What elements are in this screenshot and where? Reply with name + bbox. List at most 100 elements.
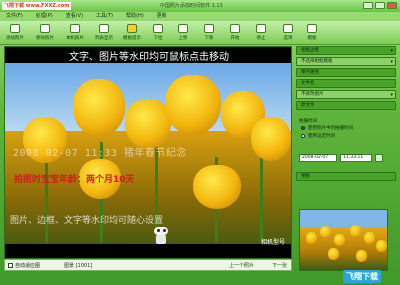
panel-row-label: 不修改图片	[301, 92, 324, 97]
panel-row-label: 相框边框	[301, 48, 319, 53]
image-modify-select[interactable]: 不修改图片 ▾	[296, 90, 396, 99]
robot-watermark-image[interactable]	[151, 227, 171, 244]
menu-file[interactable]: 文件(F)	[6, 12, 23, 21]
brand-watermark: 飞翔下载	[343, 270, 381, 283]
panel-row-label: 原文件	[301, 103, 315, 108]
dropdown-button[interactable]: 下拉	[147, 23, 169, 43]
window-title: 中国照片添加时间软件 1.13	[160, 3, 223, 9]
add-photo-icon	[10, 24, 20, 33]
close-button[interactable]	[387, 2, 397, 9]
menu-help[interactable]: 帮助(H)	[126, 12, 144, 21]
template-library-button[interactable]: 模板	[301, 23, 323, 43]
robot-eye	[163, 229, 166, 232]
tool-label: 停止	[256, 36, 266, 41]
current-filename: 图景 [1001]	[64, 262, 93, 269]
tool-label: 本机照片	[66, 36, 84, 41]
thumb-tulip	[306, 232, 317, 244]
status-bar: 自动适应图 图景 [1001] 上一个照片 下一张	[4, 259, 292, 271]
list-view-icon	[99, 24, 109, 33]
start-icon	[230, 24, 240, 33]
use-custom-time-radio[interactable]	[301, 134, 305, 138]
tool-label: 模板提示	[123, 36, 141, 41]
filename-header[interactable]: 文件名	[296, 79, 396, 88]
start-button[interactable]: 开始	[224, 23, 246, 43]
panel-row-label: 相框	[301, 174, 310, 179]
options-icon	[283, 24, 293, 33]
menu-process[interactable]: 处理(P)	[36, 12, 53, 21]
thumb-tulip	[320, 226, 331, 238]
tool-label: 添加照片	[6, 36, 24, 41]
tool-label: 下拉	[153, 36, 163, 41]
chevron-down-icon: ▾	[390, 92, 393, 98]
frame-border-header[interactable]: 相框边框 ▾	[296, 46, 396, 55]
template-library-icon	[307, 24, 317, 33]
template-thumbnail[interactable]	[299, 209, 388, 271]
local-photos-icon	[70, 24, 80, 33]
stop-button[interactable]: 停止	[250, 23, 272, 43]
remove-photo-icon	[40, 24, 50, 33]
chevron-down-icon: ▾	[390, 59, 393, 65]
settings-panel: 相框边框 ▾ 不选择相框模板 ▾ 保存路径 文件名 不修改图片 ▾ 原文件 拍摄时间 …	[296, 46, 396, 206]
camera-model-watermark[interactable]: 相机型号	[261, 237, 285, 246]
thumb-tulip	[328, 248, 339, 260]
move-up-icon	[178, 24, 188, 33]
panel-row-label: 文件名	[301, 81, 315, 86]
move-down-icon	[204, 24, 214, 33]
thumb-tulip	[350, 225, 361, 237]
date-watermark[interactable]: 2008-02-07 11:33 猪年春节纪念	[13, 144, 187, 159]
shoot-time-label: 拍摄时间	[299, 119, 317, 124]
next-photo-button[interactable]: 下一张	[272, 262, 287, 269]
remove-photo-button[interactable]: 移除照片	[34, 23, 56, 43]
use-photo-time-radio[interactable]	[301, 126, 305, 130]
save-path-header[interactable]: 保存路径	[296, 68, 396, 77]
panel-row-label: 保存路径	[301, 70, 319, 75]
move-down-button[interactable]: 下移	[198, 23, 220, 43]
tool-label: 模板	[307, 36, 317, 41]
original-file-row[interactable]: 原文件	[296, 101, 396, 110]
auto-fit-checkbox[interactable]	[8, 262, 13, 268]
tulip	[251, 117, 291, 161]
add-photo-button[interactable]: 添加照片	[4, 23, 26, 43]
date-field[interactable]: 2008-02-07	[299, 154, 337, 162]
move-up-button[interactable]: 上移	[172, 23, 194, 43]
photo-preview[interactable]: 文字、图片等水印均可鼠标点击移动 2008-02-07 11:33 猪年春节纪念…	[4, 46, 292, 259]
maximize-button[interactable]	[375, 2, 385, 9]
window-controls	[363, 2, 397, 9]
prev-photo-button[interactable]: 上一个照片	[229, 262, 254, 269]
top-watermark-text[interactable]: 文字、图片等水印均可鼠标点击移动	[5, 48, 291, 63]
list-view-button[interactable]: 列表显示	[93, 23, 115, 43]
title-bar: 飞翔下载 www.FXXZ.com 中国照片添加时间软件 1.13	[0, 0, 400, 12]
use-photo-time-label: 使用照片中的拍摄时间	[308, 126, 353, 131]
frame-template-select[interactable]: 不选择相框模板 ▾	[296, 57, 396, 66]
thumb-tulip	[356, 250, 367, 262]
tool-label: 开始	[230, 36, 240, 41]
thumb-tulip	[334, 234, 345, 246]
app-window: 飞翔下载 www.FXXZ.com 中国照片添加时间软件 1.13 文件(F) …	[0, 0, 400, 285]
template-button[interactable]: 模板提示	[121, 23, 143, 43]
chevron-down-icon: ▾	[390, 48, 393, 54]
stop-icon	[256, 24, 266, 33]
tulip	[73, 79, 125, 137]
template-icon	[127, 24, 137, 33]
minimize-button[interactable]	[363, 2, 373, 9]
menu-update[interactable]: 更新	[157, 12, 167, 21]
options-button[interactable]: 选项	[277, 23, 299, 43]
tool-label: 列表显示	[95, 36, 113, 41]
time-field[interactable]: 11:33:11	[340, 154, 372, 162]
frame-watermark[interactable]: 图片、边框、文字等水印均可随心设置	[10, 213, 163, 226]
tool-label: 移除照片	[36, 36, 54, 41]
menu-tools[interactable]: 工具(T)	[96, 12, 113, 21]
tulip-stem	[260, 147, 263, 242]
local-photos-button[interactable]: 本机照片	[64, 23, 86, 43]
toolbar: 添加照片 移除照片 本机照片 列表显示 模板提示 下拉 上移 下移 开始 停止 …	[0, 21, 400, 45]
tool-label: 上移	[178, 36, 188, 41]
auto-fit-label: 自动适应图	[15, 262, 41, 269]
age-watermark[interactable]: 拍照时宝宝年龄：两个月10天	[14, 172, 135, 185]
menu-view[interactable]: 查看(V)	[66, 12, 83, 21]
thumb-tulip	[364, 232, 375, 244]
time-spin-button[interactable]	[375, 154, 383, 162]
frame-header[interactable]: 相框	[296, 172, 396, 181]
tulip	[193, 165, 241, 209]
robot-body	[156, 235, 166, 244]
robot-eye	[157, 229, 160, 232]
